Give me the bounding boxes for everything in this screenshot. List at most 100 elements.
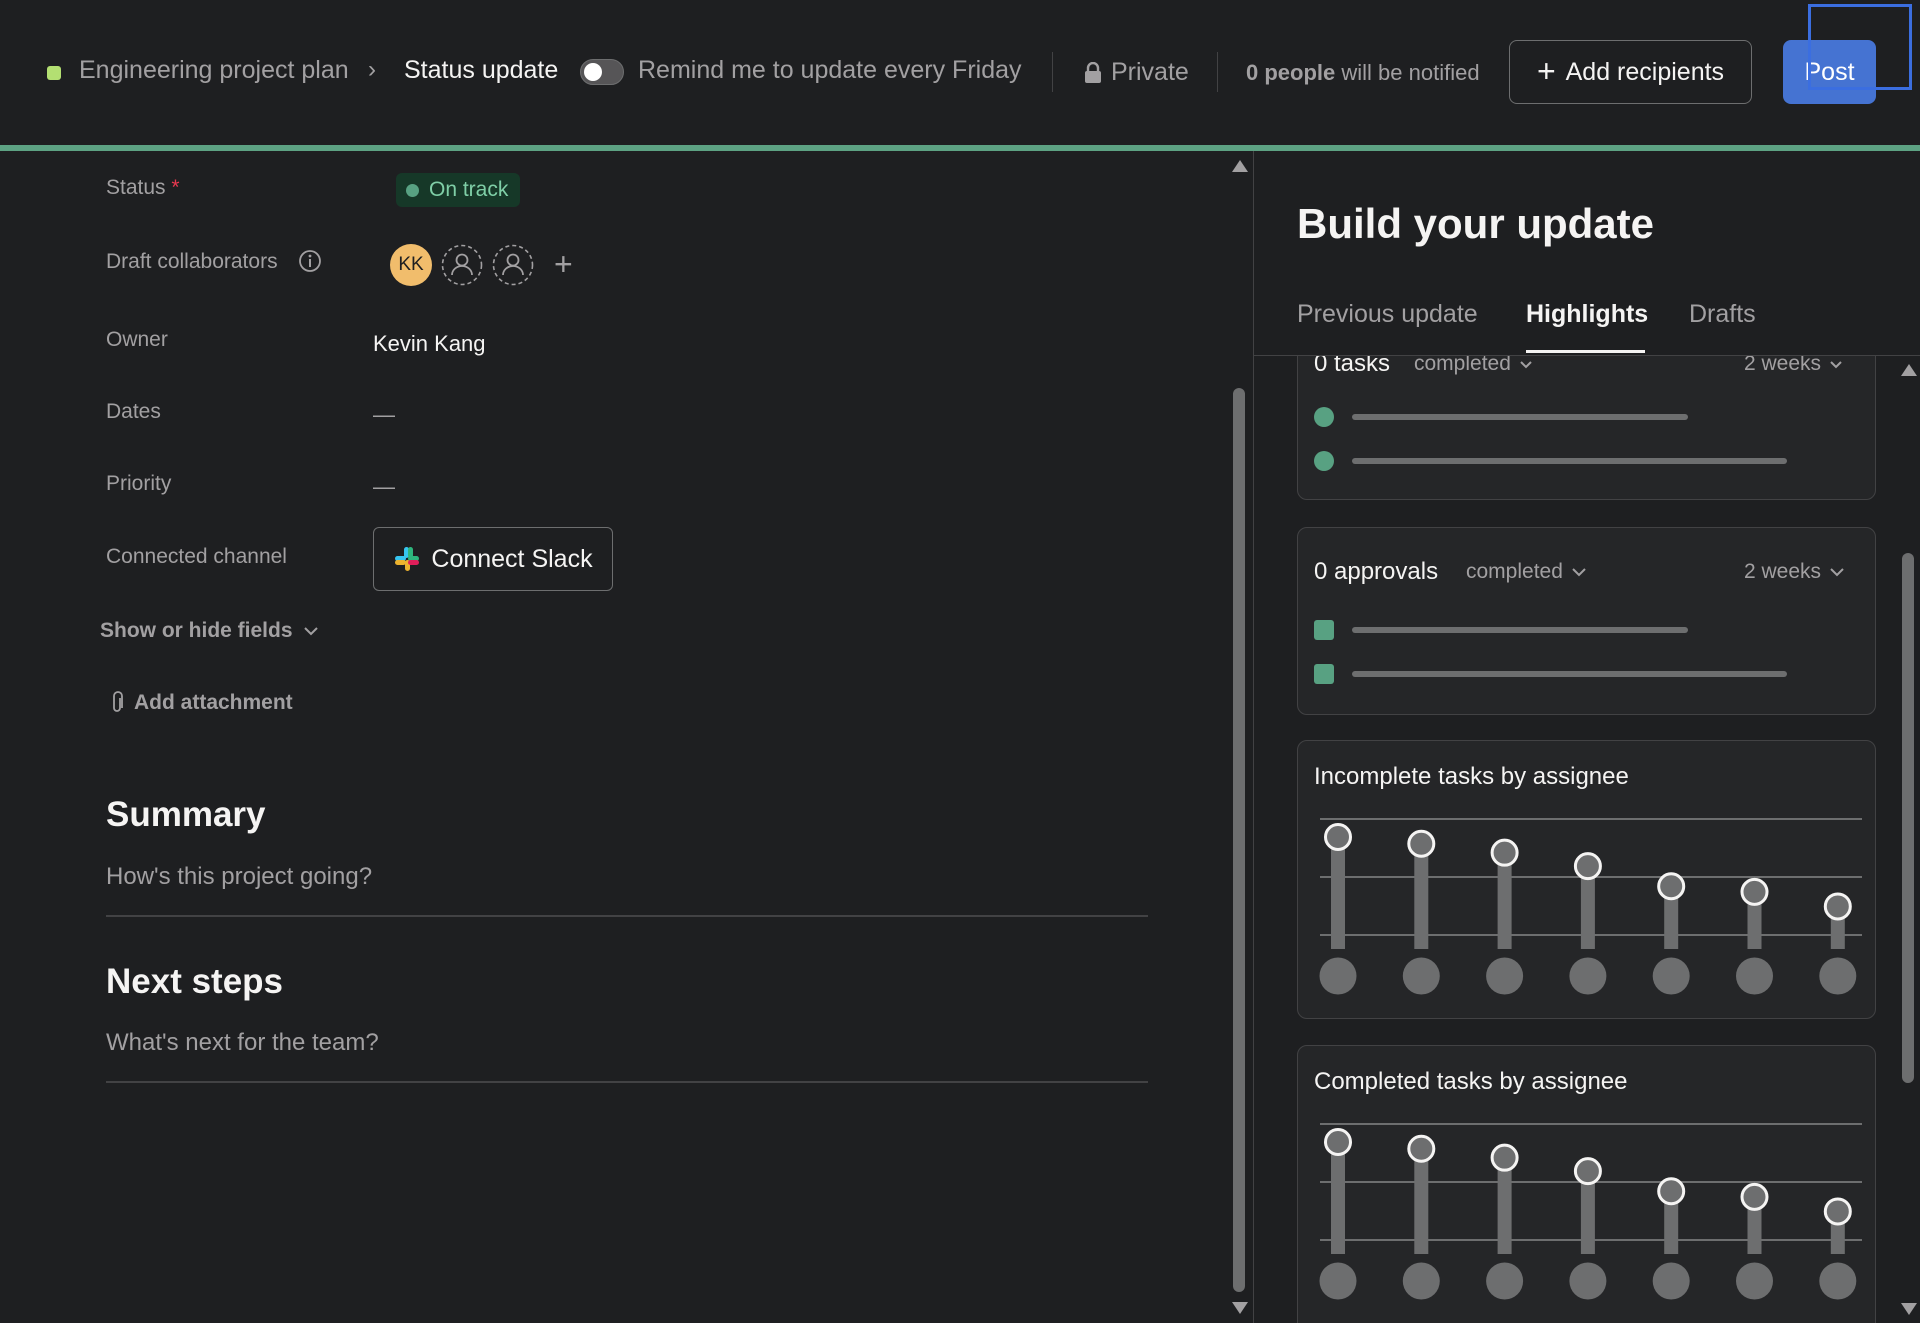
owner-field-label: Owner bbox=[106, 328, 168, 351]
summary-input[interactable]: How's this project going? bbox=[106, 863, 372, 891]
approval-placeholder-icon bbox=[1314, 620, 1334, 640]
tasks-range-dropdown[interactable]: 2 weeks bbox=[1744, 356, 1843, 376]
add-attachment-button[interactable]: Add attachment bbox=[108, 691, 293, 715]
status-badge[interactable]: On track bbox=[396, 173, 521, 207]
scroll-up-arrow-icon[interactable] bbox=[1901, 364, 1917, 376]
placeholder-bar bbox=[1352, 414, 1688, 420]
lollipop-head bbox=[1407, 1134, 1436, 1163]
assignee-avatar-placeholder bbox=[1819, 957, 1857, 995]
approvals-completed-card: 0 approvals completed 2 weeks bbox=[1297, 527, 1876, 715]
assignee-avatar-placeholder bbox=[1319, 1262, 1357, 1300]
tab-previous-update[interactable]: Previous update bbox=[1297, 300, 1478, 329]
approvals-range-label: 2 weeks bbox=[1744, 560, 1822, 583]
assignee-avatar-placeholder bbox=[1652, 957, 1690, 995]
lollipop-head bbox=[1324, 823, 1352, 851]
highlights-scroll-area[interactable]: 0 tasks completed 2 weeks 0 approvals co… bbox=[1254, 356, 1920, 1323]
add-recipients-button[interactable]: + Add recipients bbox=[1509, 40, 1752, 104]
lollipop-stem bbox=[1414, 1148, 1429, 1254]
tab-highlights[interactable]: Highlights bbox=[1526, 300, 1648, 329]
show-hide-label: Show or hide fields bbox=[100, 619, 293, 642]
next-steps-input[interactable]: What's next for the team? bbox=[106, 1029, 379, 1057]
remind-label: Remind me to update every Friday bbox=[638, 56, 1022, 84]
owner-value[interactable]: Kevin Kang bbox=[373, 331, 486, 357]
divider bbox=[1217, 52, 1218, 92]
status-field-label: Status * bbox=[106, 176, 180, 200]
notify-text: 0 people will be notified bbox=[1246, 60, 1480, 86]
next-steps-underline bbox=[106, 1081, 1148, 1083]
empty-avatar-icon[interactable] bbox=[492, 244, 534, 286]
status-label-text: Status bbox=[106, 176, 166, 199]
assignee-avatar-placeholder bbox=[1736, 957, 1773, 995]
approvals-count: 0 approvals bbox=[1314, 558, 1439, 585]
tasks-range-label: 2 weeks bbox=[1744, 356, 1822, 375]
connect-slack-button[interactable]: Connect Slack bbox=[373, 527, 613, 591]
lollipop-head bbox=[1573, 852, 1602, 881]
notify-count: 0 people bbox=[1246, 60, 1336, 85]
add-attachment-label: Add attachment bbox=[134, 691, 293, 714]
summary-heading: Summary bbox=[106, 795, 266, 834]
avatar[interactable]: KK bbox=[390, 244, 432, 286]
tab-drafts[interactable]: Drafts bbox=[1689, 300, 1756, 329]
scroll-up-arrow-icon[interactable] bbox=[1232, 160, 1248, 172]
tasks-filter-dropdown[interactable]: completed bbox=[1414, 356, 1533, 376]
assignee-avatar-placeholder bbox=[1486, 957, 1524, 995]
channel-field-label: Connected channel bbox=[106, 545, 287, 568]
dates-value[interactable]: — bbox=[373, 402, 395, 428]
assignee-avatar-placeholder bbox=[1569, 957, 1607, 995]
completed-tasks-chart bbox=[1319, 1123, 1862, 1300]
dates-field-label: Dates bbox=[106, 400, 161, 423]
assignee-avatar-placeholder bbox=[1736, 1262, 1773, 1300]
lollipop-head bbox=[1740, 877, 1769, 906]
placeholder-bar bbox=[1352, 627, 1688, 633]
assignee-avatar-placeholder bbox=[1486, 1262, 1524, 1300]
divider bbox=[1052, 52, 1053, 92]
assignee-avatar-placeholder bbox=[1319, 957, 1357, 995]
priority-value[interactable]: — bbox=[373, 474, 395, 500]
assignee-avatar-placeholder bbox=[1652, 1262, 1690, 1300]
priority-field-label: Priority bbox=[106, 472, 172, 495]
chevron-down-icon bbox=[1520, 360, 1532, 368]
lollipop-head bbox=[1657, 872, 1686, 901]
empty-avatar-icon[interactable] bbox=[441, 244, 483, 286]
avatar-initials: KK bbox=[398, 254, 424, 275]
info-icon[interactable] bbox=[298, 249, 322, 273]
placeholder-bar bbox=[1352, 671, 1787, 677]
paperclip-icon bbox=[113, 691, 123, 712]
status-dot-icon bbox=[406, 183, 419, 197]
approval-placeholder-icon bbox=[1314, 664, 1334, 684]
lollipop-stem bbox=[1331, 837, 1345, 949]
lollipop-head bbox=[1324, 1128, 1352, 1156]
remind-toggle[interactable] bbox=[580, 59, 624, 85]
tasks-filter-label: completed bbox=[1414, 356, 1511, 375]
status-value: On track bbox=[429, 178, 509, 201]
tasks-count: 0 tasks bbox=[1314, 356, 1391, 377]
slack-icon bbox=[395, 547, 420, 571]
scroll-down-arrow-icon[interactable] bbox=[1232, 1302, 1248, 1314]
chevron-down-icon bbox=[303, 627, 318, 636]
assignee-avatar-placeholder bbox=[1402, 957, 1440, 995]
privacy-label[interactable]: Private bbox=[1111, 58, 1189, 87]
focus-outline bbox=[1808, 4, 1912, 90]
required-marker: * bbox=[171, 176, 180, 199]
tasks-completed-card: 0 tasks completed 2 weeks bbox=[1297, 356, 1876, 500]
toggle-knob bbox=[584, 63, 602, 81]
approvals-range-dropdown[interactable]: 2 weeks bbox=[1744, 560, 1845, 584]
add-collaborator-icon[interactable]: + bbox=[554, 248, 573, 280]
plus-icon: + bbox=[1536, 52, 1556, 89]
completed-tasks-chart-card: Completed tasks by assignee bbox=[1297, 1045, 1876, 1323]
assignee-avatar-placeholder bbox=[1819, 1262, 1857, 1300]
summary-underline bbox=[106, 915, 1148, 917]
lollipop-head bbox=[1740, 1182, 1769, 1211]
right-scrollbar-thumb[interactable] bbox=[1902, 553, 1914, 1083]
scroll-down-arrow-icon[interactable] bbox=[1901, 1303, 1917, 1315]
add-recipients-label: Add recipients bbox=[1565, 57, 1725, 86]
show-hide-fields-button[interactable]: Show or hide fields bbox=[100, 619, 319, 643]
approvals-filter-dropdown[interactable]: completed bbox=[1466, 560, 1587, 584]
next-steps-heading: Next steps bbox=[106, 962, 284, 1001]
left-scrollbar-thumb[interactable] bbox=[1233, 388, 1245, 1292]
breadcrumb-project-link[interactable]: Engineering project plan bbox=[79, 56, 349, 85]
panel-title: Build your update bbox=[1297, 200, 1654, 247]
lock-icon bbox=[1085, 62, 1101, 83]
project-color-dot bbox=[47, 66, 61, 80]
chevron-down-icon bbox=[1572, 568, 1586, 577]
